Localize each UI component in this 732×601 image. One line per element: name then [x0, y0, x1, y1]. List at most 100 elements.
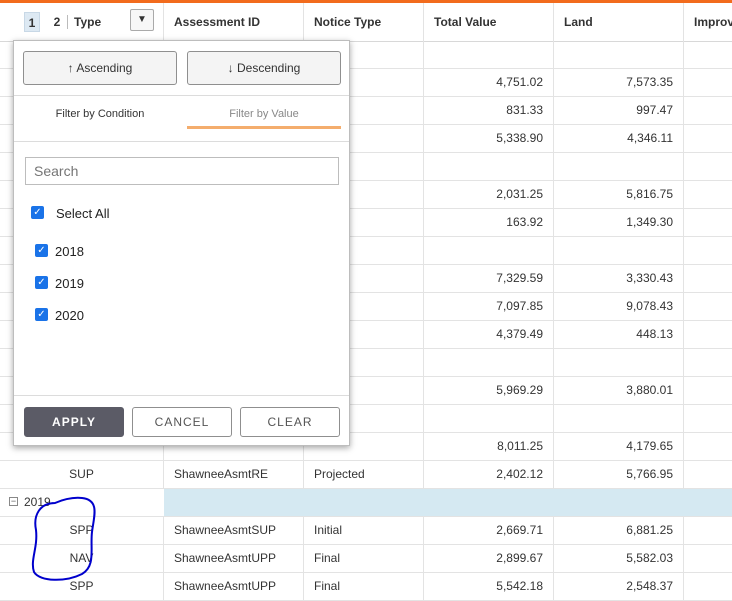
improvements-cell[interactable] [684, 41, 732, 68]
group-level-2-button[interactable]: 2 [49, 12, 65, 32]
land-cell[interactable]: 3,330.43 [554, 265, 684, 292]
apply-button[interactable]: APPLY [24, 407, 124, 437]
tab-filter-by-value[interactable]: Filter by Value [187, 99, 341, 129]
type-cell[interactable]: SPP [0, 573, 164, 600]
header-divider [67, 15, 68, 29]
improvements-cell[interactable] [684, 321, 732, 348]
table-row[interactable]: SPP ShawneeAsmtSUP Initial 2,669.71 6,881.25 [0, 517, 732, 545]
table-row[interactable]: NAV ShawneeAsmtUPP Final 2,899.67 5,582.03 [0, 545, 732, 573]
assessment-id-cell[interactable]: ShawneeAsmtUPP [164, 573, 304, 600]
land-cell[interactable]: 3,880.01 [554, 377, 684, 404]
column-menu-button[interactable]: ▼ [130, 9, 154, 31]
total-value-cell[interactable] [424, 237, 554, 264]
improvements-cell[interactable] [684, 461, 732, 488]
land-cell[interactable] [554, 405, 684, 432]
land-cell[interactable]: 4,346.11 [554, 125, 684, 152]
land-cell[interactable]: 9,078.43 [554, 293, 684, 320]
header-notice-type[interactable]: Notice Type [304, 3, 424, 41]
total-value-cell[interactable]: 831.33 [424, 97, 554, 124]
value-checkbox-2020[interactable]: ✓ [35, 308, 48, 321]
improvements-cell[interactable] [684, 573, 732, 600]
improvements-cell[interactable] [684, 97, 732, 124]
land-cell[interactable]: 6,881.25 [554, 517, 684, 544]
clear-button[interactable]: CLEAR [240, 407, 340, 437]
table-row[interactable]: SUP ShawneeAsmtRE Projected 2,402.12 5,766.9… [0, 461, 732, 489]
collapse-icon[interactable]: − [9, 497, 18, 506]
improvements-cell[interactable] [684, 181, 732, 208]
assessment-id-cell[interactable]: ShawneeAsmtRE [164, 461, 304, 488]
header-land[interactable]: Land [554, 3, 684, 41]
value-label-2019: 2019 [55, 276, 84, 291]
notice-type-cell[interactable]: Final [304, 573, 424, 600]
improvements-cell[interactable] [684, 237, 732, 264]
sort-ascending-button[interactable]: ↑ Ascending [23, 51, 177, 85]
popup-divider [14, 395, 349, 396]
improvements-cell[interactable] [684, 405, 732, 432]
total-value-cell[interactable] [424, 41, 554, 68]
group-level-1-button[interactable]: 1 [24, 12, 40, 32]
table-row[interactable]: SPP ShawneeAsmtUPP Final 5,542.18 2,548.37 [0, 573, 732, 601]
tab-filter-by-condition[interactable]: Filter by Condition [23, 99, 177, 129]
land-cell[interactable]: 5,582.03 [554, 545, 684, 572]
total-value-cell[interactable]: 5,338.90 [424, 125, 554, 152]
land-cell[interactable]: 997.47 [554, 97, 684, 124]
improvements-cell[interactable] [684, 377, 732, 404]
type-cell[interactable]: SUP [0, 461, 164, 488]
improvements-cell[interactable] [684, 349, 732, 376]
assessment-id-cell[interactable]: ShawneeAsmtUPP [164, 545, 304, 572]
improvements-cell[interactable] [684, 153, 732, 180]
select-all-checkbox[interactable]: ✓ [31, 206, 44, 219]
total-value-cell[interactable]: 8,011.25 [424, 433, 554, 460]
total-value-cell[interactable] [424, 153, 554, 180]
total-value-cell[interactable]: 4,379.49 [424, 321, 554, 348]
improvements-cell[interactable] [684, 517, 732, 544]
land-cell[interactable]: 7,573.35 [554, 69, 684, 96]
notice-type-cell[interactable]: Final [304, 545, 424, 572]
group-row-2019[interactable]: − 2019 [0, 489, 732, 517]
header-improvements[interactable]: Improv [684, 3, 732, 41]
improvements-cell[interactable] [684, 293, 732, 320]
notice-type-cell[interactable]: Projected [304, 461, 424, 488]
improvements-cell[interactable] [684, 69, 732, 96]
land-cell[interactable] [554, 153, 684, 180]
land-cell[interactable] [554, 349, 684, 376]
total-value-cell[interactable]: 2,669.71 [424, 517, 554, 544]
improvements-cell[interactable] [684, 209, 732, 236]
value-checkbox-2018[interactable]: ✓ [35, 244, 48, 257]
total-value-cell[interactable]: 4,751.02 [424, 69, 554, 96]
land-cell[interactable]: 1,349.30 [554, 209, 684, 236]
total-value-cell[interactable] [424, 405, 554, 432]
total-value-cell[interactable]: 7,097.85 [424, 293, 554, 320]
value-checkbox-2019[interactable]: ✓ [35, 276, 48, 289]
land-cell[interactable]: 5,816.75 [554, 181, 684, 208]
land-cell[interactable]: 5,766.95 [554, 461, 684, 488]
total-value-cell[interactable]: 163.92 [424, 209, 554, 236]
header-total-value[interactable]: Total Value [424, 3, 554, 41]
total-value-cell[interactable]: 2,899.67 [424, 545, 554, 572]
total-value-cell[interactable]: 5,969.29 [424, 377, 554, 404]
select-all-label: Select All [56, 206, 110, 221]
total-value-cell[interactable]: 2,402.12 [424, 461, 554, 488]
total-value-cell[interactable] [424, 349, 554, 376]
filter-search-input[interactable] [25, 157, 339, 185]
land-cell[interactable]: 448.13 [554, 321, 684, 348]
improvements-cell[interactable] [684, 545, 732, 572]
land-cell[interactable] [554, 41, 684, 68]
land-cell[interactable] [554, 237, 684, 264]
type-cell[interactable]: SPP [0, 517, 164, 544]
improvements-cell[interactable] [684, 433, 732, 460]
total-value-cell[interactable]: 2,031.25 [424, 181, 554, 208]
assessment-id-cell[interactable]: ShawneeAsmtSUP [164, 517, 304, 544]
header-assessment-id[interactable]: Assessment ID [164, 3, 304, 41]
total-value-cell[interactable]: 7,329.59 [424, 265, 554, 292]
land-cell[interactable]: 4,179.65 [554, 433, 684, 460]
total-value-cell[interactable]: 5,542.18 [424, 573, 554, 600]
land-cell[interactable]: 2,548.37 [554, 573, 684, 600]
notice-type-cell[interactable]: Initial [304, 517, 424, 544]
sort-descending-button[interactable]: ↓ Descending [187, 51, 341, 85]
header-type-label: Type [74, 15, 102, 29]
type-cell[interactable]: NAV [0, 545, 164, 572]
cancel-button[interactable]: CANCEL [132, 407, 232, 437]
improvements-cell[interactable] [684, 125, 732, 152]
improvements-cell[interactable] [684, 265, 732, 292]
